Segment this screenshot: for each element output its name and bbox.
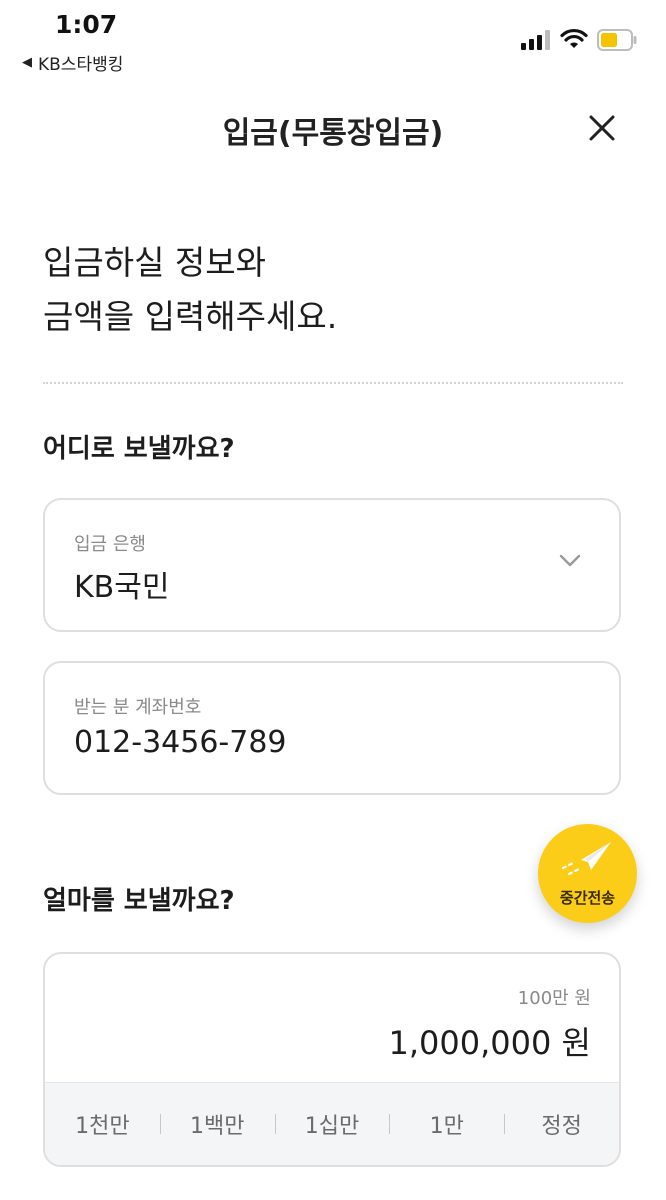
account-number-field[interactable]: 받는 분 계좌번호 012-3456-789	[43, 661, 621, 795]
paper-plane-icon	[561, 842, 611, 876]
status-time: 1:07	[55, 10, 118, 39]
intermediate-send-label: 중간전송	[559, 889, 616, 907]
intermediate-send-button[interactable]: 중간전송	[538, 824, 637, 923]
bank-select[interactable]: 입금 은행 KB국민	[43, 498, 621, 632]
battery-icon	[597, 29, 637, 51]
wifi-icon	[560, 28, 588, 48]
intro-line-2: 금액을 입력해주세요.	[43, 297, 338, 336]
quick-btn-10k[interactable]: 1만	[389, 1108, 504, 1140]
quick-btn-10m[interactable]: 1천만	[45, 1108, 160, 1140]
amount-hint: 100만 원	[517, 988, 591, 1009]
amount-question: 얼마를 보낼까요?	[43, 886, 235, 916]
account-value: 012-3456-789	[74, 725, 287, 760]
cellular-signal-icon	[521, 30, 550, 50]
intro-text: 입금하실 정보와 금액을 입력해주세요.	[43, 236, 337, 344]
page-title: 입금(무통장입금)	[222, 116, 444, 151]
amount-input-card[interactable]: 100만 원 1,000,000 원 1천만 1백만 1십만 1만 정정	[43, 952, 621, 1167]
destination-question: 어디로 보낼까요?	[43, 434, 235, 464]
back-app-label: KB스타뱅킹	[38, 55, 124, 75]
quick-btn-1m[interactable]: 1백만	[159, 1108, 275, 1140]
close-icon[interactable]	[586, 112, 618, 144]
quick-btn-correct[interactable]: 정정	[504, 1108, 619, 1140]
quick-btn-100k[interactable]: 1십만	[274, 1108, 390, 1140]
bank-label: 입금 은행	[74, 534, 146, 555]
intro-line-1: 입금하실 정보와	[43, 243, 267, 282]
account-label: 받는 분 계좌번호	[74, 697, 202, 718]
bank-value: KB국민	[74, 570, 170, 605]
dotted-divider	[43, 382, 623, 384]
chevron-down-icon	[559, 554, 581, 567]
quick-amount-bar: 1천만 1백만 1십만 1만 정정	[45, 1082, 619, 1165]
amount-value: 1,000,000 원	[388, 1024, 591, 1062]
back-to-app-link[interactable]: ◀ KB스타뱅킹	[22, 50, 123, 75]
back-triangle-icon: ◀	[22, 55, 32, 70]
